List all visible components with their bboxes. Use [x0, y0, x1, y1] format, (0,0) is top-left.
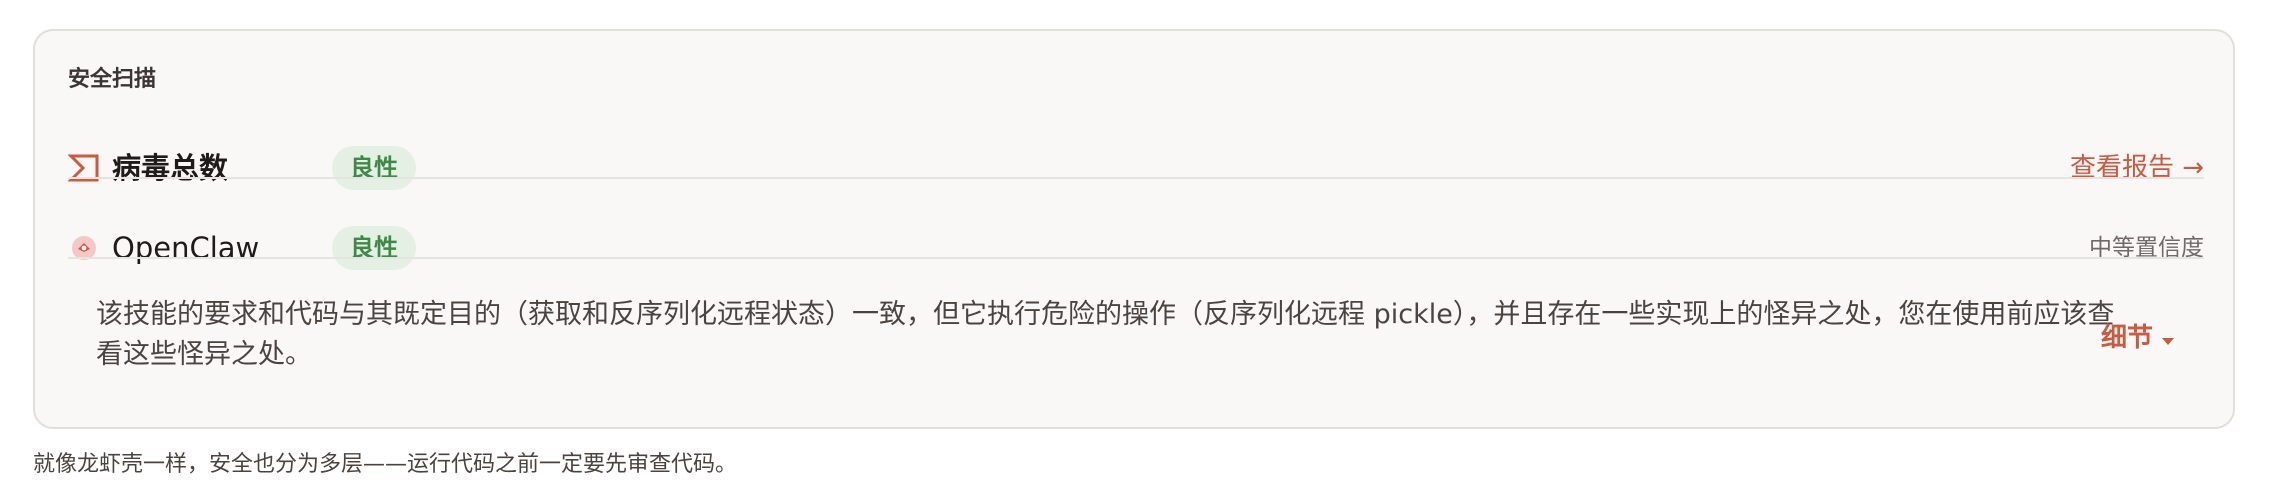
scan-source-name: OpenClaw	[112, 231, 260, 265]
security-caption: 就像龙虾壳一样，安全也分为多层——运行代码之前一定要先审查代码。	[33, 452, 738, 477]
card-title: 安全扫描	[68, 67, 157, 92]
view-report-link[interactable]: 查看报告 →	[2070, 150, 2204, 186]
scan-row-openclaw: OpenClaw 良性 中等置信度	[68, 209, 2204, 287]
scan-row-virustotal: 病毒总数 良性 查看报告 →	[68, 129, 2204, 207]
openclaw-logo-icon	[68, 232, 100, 264]
status-badge: 良性	[332, 226, 416, 270]
row-divider	[68, 257, 2204, 259]
details-toggle-button[interactable]: 细节	[2101, 320, 2175, 356]
security-scan-card: 安全扫描 病毒总数 良性 查看报告 → OpenClaw 良性 中等置信度 该技…	[33, 29, 2235, 429]
row-divider	[68, 177, 2204, 179]
details-label: 细节	[2100, 323, 2153, 353]
status-badge: 良性	[332, 146, 416, 190]
caret-down-icon	[2161, 320, 2175, 356]
scan-summary-text: 该技能的要求和代码与其既定目的（获取和反序列化远程状态）一致，但它执行危险的操作…	[96, 299, 2115, 370]
confidence-label: 中等置信度	[2089, 235, 2204, 261]
scan-source-name: 病毒总数	[112, 151, 229, 185]
sigma-icon	[68, 152, 100, 184]
